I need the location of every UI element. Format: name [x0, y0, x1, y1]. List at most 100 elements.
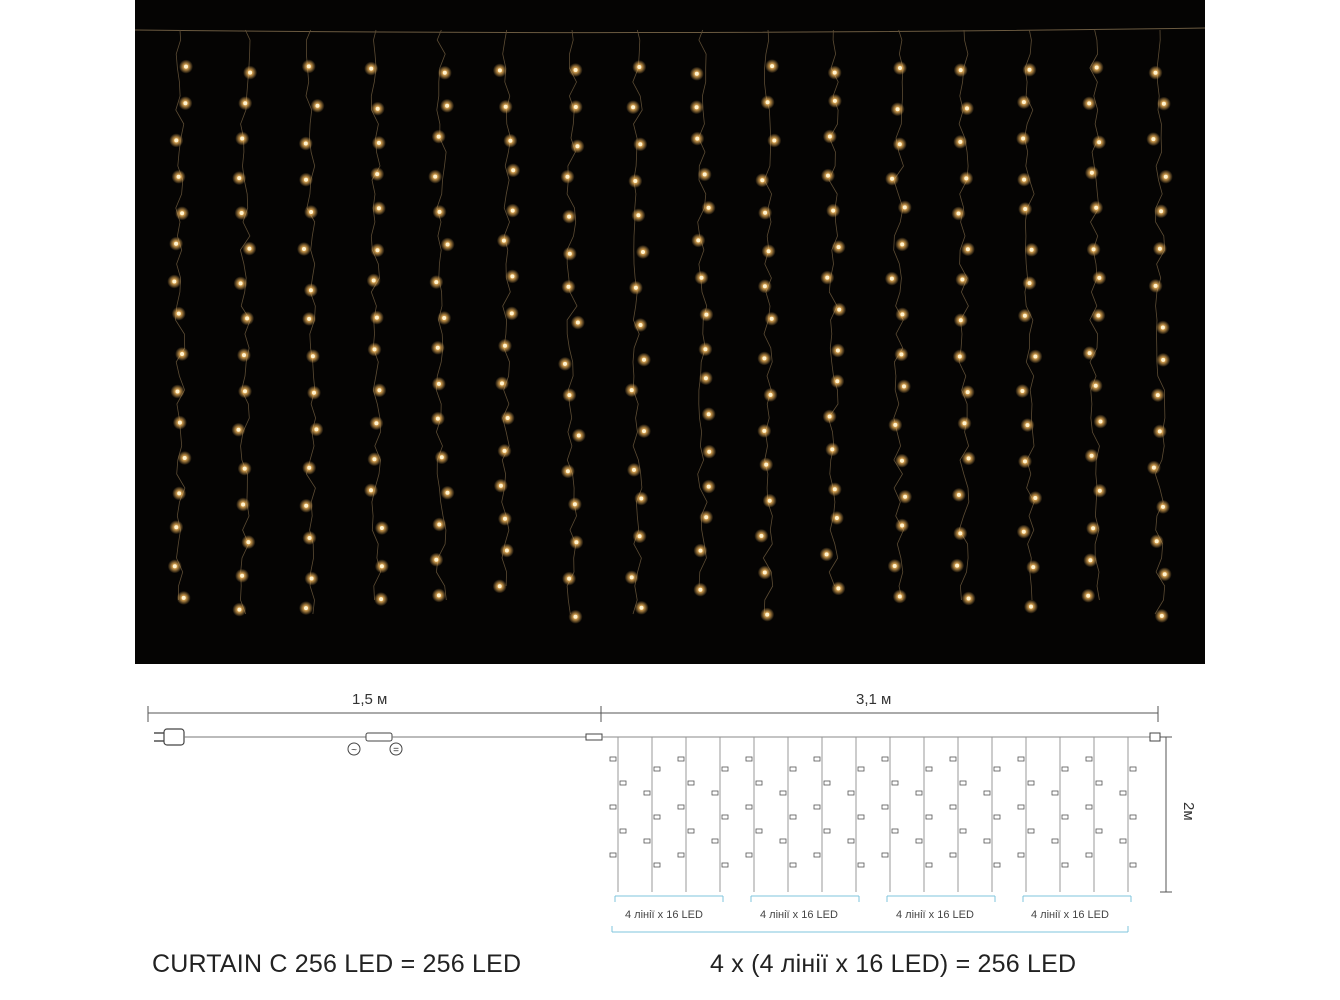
led-bulb	[375, 172, 380, 177]
led-bulb	[703, 347, 708, 352]
end-cap-icon	[1149, 732, 1161, 742]
led-bulb	[174, 525, 179, 530]
led-bulb	[1161, 101, 1166, 106]
led-bulb	[899, 352, 904, 357]
led-bulb	[236, 427, 241, 432]
led-bulb	[510, 274, 515, 279]
led-bulb	[1153, 70, 1158, 75]
led-bulb	[240, 136, 245, 141]
led-bulb	[442, 316, 447, 320]
led-bulb	[957, 354, 962, 359]
led-bulb	[369, 66, 374, 71]
led-bulb	[699, 275, 704, 280]
led-bulb	[827, 134, 832, 139]
led-icon	[1085, 756, 1093, 762]
led-icon	[721, 862, 729, 868]
led-bulb	[175, 389, 180, 394]
led-bulb	[835, 379, 840, 384]
led-bulb	[307, 465, 312, 470]
led-bulb	[895, 107, 900, 112]
led-bulb	[1097, 140, 1102, 145]
led-bulb	[435, 345, 440, 350]
led-bulb	[707, 449, 712, 454]
led-bulb	[1159, 613, 1164, 618]
led-bulb	[567, 576, 572, 581]
led-bulb	[501, 238, 506, 243]
led-bulb	[434, 280, 439, 285]
led-bulb	[706, 484, 711, 489]
led-bulb	[702, 172, 707, 177]
segment-label-4: 4 лінії x 16 LED	[1031, 909, 1109, 921]
led-bulb	[706, 205, 711, 210]
led-bulb	[898, 66, 902, 70]
segment-label-3: 4 лінії x 16 LED	[896, 909, 974, 921]
led-bulb	[704, 312, 709, 317]
led-icon	[891, 780, 899, 786]
led-bulb	[698, 548, 703, 553]
led-bulb	[1151, 137, 1156, 142]
led-bulb	[965, 106, 969, 111]
led-bulb	[638, 323, 643, 327]
led-bulb	[376, 140, 381, 145]
led-icon	[789, 862, 797, 868]
led-bulb	[956, 211, 961, 216]
led-bulb	[1029, 604, 1033, 609]
led-bulb	[574, 540, 579, 545]
led-bulb	[762, 428, 767, 433]
led-bulb	[827, 414, 832, 419]
led-bulb	[172, 279, 177, 284]
led-bulb	[315, 103, 320, 108]
led-bulb	[567, 214, 572, 219]
led-bulb	[825, 275, 830, 280]
led-bulb	[503, 104, 508, 109]
led-bulb	[436, 593, 441, 598]
led-icon	[1017, 804, 1025, 810]
led-icon	[823, 780, 831, 786]
led-bulb	[576, 433, 581, 438]
led-bulb	[565, 174, 570, 179]
led-icon	[1017, 756, 1025, 762]
led-bulb	[762, 284, 767, 289]
led-icon	[1129, 814, 1137, 820]
led-icon	[1061, 814, 1069, 820]
led-icon	[789, 766, 797, 772]
led-bulb	[376, 206, 381, 211]
led-bulb	[1021, 136, 1026, 141]
led-bulb	[1097, 488, 1102, 493]
led-bulb	[237, 607, 242, 612]
led-bulb	[371, 278, 376, 283]
led-bulb	[1093, 383, 1098, 388]
led-icon	[1119, 790, 1127, 796]
led-bulb	[238, 281, 243, 286]
led-bulb	[1086, 593, 1091, 598]
led-icon	[755, 828, 763, 834]
led-bulb	[241, 502, 246, 507]
led-bulb	[836, 245, 841, 250]
led-icon	[881, 852, 889, 858]
led-bulb	[1094, 205, 1099, 210]
led-bulb	[1096, 313, 1101, 318]
led-bulb	[374, 421, 379, 426]
led-bulb	[832, 70, 837, 75]
led-bulb	[505, 416, 510, 420]
led-icon	[687, 828, 695, 834]
led-icon	[619, 828, 627, 834]
led-bulb	[900, 458, 904, 463]
led-icon	[721, 814, 729, 820]
led-icon	[745, 852, 753, 858]
led-bulb	[372, 457, 377, 462]
led-bulb	[242, 466, 247, 471]
led-bulb	[892, 564, 897, 568]
led-bulb	[509, 311, 514, 316]
led-bulb	[573, 105, 578, 109]
led-bulb	[573, 614, 578, 619]
right-caption: 4 x (4 лінії x 16 LED) = 256 LED	[710, 950, 1077, 978]
led-bulb	[1097, 275, 1102, 280]
led-bulb	[374, 315, 379, 320]
led-bulb	[765, 612, 770, 617]
led-bulb	[445, 103, 450, 108]
led-bulb	[439, 455, 444, 460]
led-bulb	[572, 502, 577, 507]
led-icon	[1051, 790, 1059, 796]
led-icon	[993, 766, 1001, 772]
